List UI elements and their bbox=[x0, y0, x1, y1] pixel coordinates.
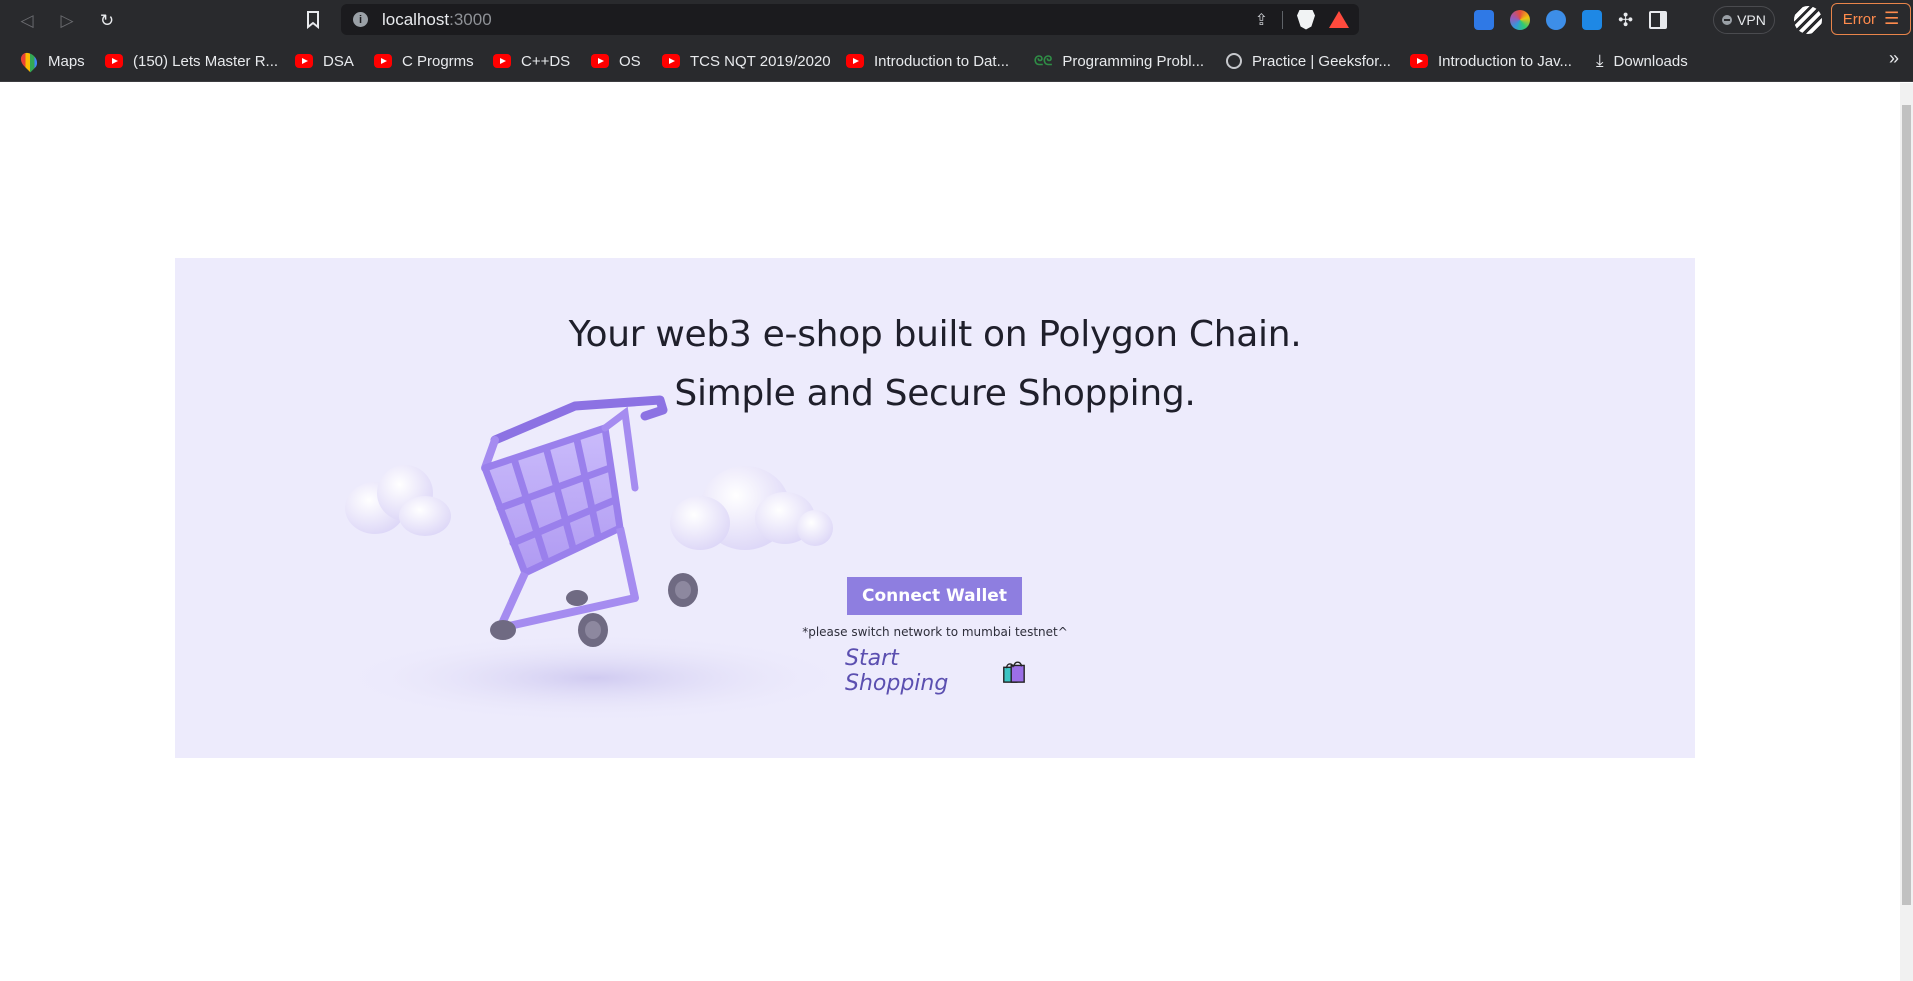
page-scrollbar[interactable] bbox=[1900, 83, 1913, 981]
globe-icon bbox=[1226, 53, 1242, 69]
bookmark-downloads[interactable]: ⤓ Downloads bbox=[1596, 51, 1688, 71]
share-icon[interactable]: ⇪ bbox=[1255, 10, 1268, 30]
bookmark-c-progrms[interactable]: C Progrms bbox=[374, 51, 474, 71]
shopping-cart-illustration bbox=[335, 395, 855, 723]
maps-icon bbox=[17, 49, 41, 73]
profile-avatar[interactable] bbox=[1794, 6, 1822, 34]
extensions-puzzle-icon[interactable]: ✣ bbox=[1618, 10, 1633, 31]
vpn-status-icon bbox=[1722, 15, 1733, 25]
youtube-icon bbox=[374, 54, 392, 68]
bookmark-cppds[interactable]: C++DS bbox=[493, 51, 570, 71]
bookmarks-bar: Maps (150) Lets Master R... DSA C Progrm… bbox=[0, 39, 1913, 82]
bookmark-label: Introduction to Dat... bbox=[874, 52, 1010, 70]
shopping-bags-icon bbox=[1003, 661, 1025, 683]
bookmark-os[interactable]: OS bbox=[591, 51, 641, 71]
sidebar-toggle-icon[interactable] bbox=[1649, 11, 1668, 29]
start-shopping-label: Start Shopping bbox=[845, 646, 949, 696]
more-bookmarks-chevron-icon[interactable]: » bbox=[1889, 48, 1899, 69]
bookmark-lets-master[interactable]: (150) Lets Master R... bbox=[105, 51, 278, 71]
url-port: :3000 bbox=[449, 9, 492, 29]
bookmark-programming-probl[interactable]: ᘓᘓ Programming Probl... bbox=[1034, 51, 1204, 71]
extension-icon-4[interactable] bbox=[1582, 10, 1602, 30]
bookmark-label: Downloads bbox=[1613, 52, 1688, 70]
bookmark-intro-dat[interactable]: Introduction to Dat... bbox=[846, 51, 1009, 71]
bookmark-label: OS bbox=[619, 52, 641, 70]
network-note: *please switch network to mumbai testnet… bbox=[802, 625, 1068, 639]
youtube-icon bbox=[1410, 54, 1428, 68]
cloud-right bbox=[670, 466, 833, 550]
start-shopping-link[interactable]: Start Shopping bbox=[845, 646, 1027, 696]
address-bar[interactable]: i localhost:3000 ⇪ bbox=[341, 4, 1359, 35]
youtube-icon bbox=[105, 54, 123, 68]
bookmark-intro-jav[interactable]: Introduction to Jav... bbox=[1410, 51, 1572, 71]
bookmark-label: DSA bbox=[323, 52, 354, 70]
divider bbox=[1282, 10, 1283, 29]
bookmark-page-button[interactable] bbox=[300, 7, 326, 33]
error-menu-button[interactable]: Error ☰ bbox=[1831, 3, 1911, 35]
bookmark-maps[interactable]: Maps bbox=[17, 49, 85, 73]
vpn-button[interactable]: VPN bbox=[1713, 6, 1775, 34]
vpn-label: VPN bbox=[1737, 12, 1766, 28]
extension-icon-2[interactable] bbox=[1510, 10, 1530, 30]
bookmark-icon bbox=[307, 11, 319, 29]
extensions-area: ✣ bbox=[1474, 7, 1668, 33]
site-info-icon[interactable]: i bbox=[353, 12, 368, 27]
hero-headline-line2: Simple and Secure Shopping. bbox=[674, 373, 1196, 414]
youtube-icon bbox=[662, 54, 680, 68]
youtube-icon bbox=[591, 54, 609, 68]
bookmark-label: TCS NQT 2019/2020 bbox=[690, 52, 831, 70]
youtube-icon bbox=[493, 54, 511, 68]
browser-toolbar: ◁ ▷ ↻ i localhost:3000 ⇪ ✣ VPN Error ☰ bbox=[0, 0, 1913, 39]
bookmark-label: C Progrms bbox=[402, 52, 474, 70]
scrollbar-thumb[interactable] bbox=[1902, 105, 1911, 905]
url-host: localhost bbox=[382, 9, 450, 29]
error-label: Error bbox=[1842, 10, 1877, 28]
bookmark-label: (150) Lets Master R... bbox=[133, 52, 279, 70]
bookmark-practice-geeks[interactable]: Practice | Geeksfor... bbox=[1226, 51, 1391, 71]
connect-wallet-button[interactable]: Connect Wallet bbox=[847, 577, 1022, 615]
forward-button[interactable]: ▷ bbox=[54, 7, 80, 33]
bookmark-label: Maps bbox=[48, 52, 85, 70]
bookmark-label: Introduction to Jav... bbox=[1438, 52, 1572, 70]
cloud-left bbox=[345, 465, 451, 536]
url-text[interactable]: localhost:3000 bbox=[382, 10, 492, 30]
bookmark-tcs-nqt[interactable]: TCS NQT 2019/2020 bbox=[662, 51, 831, 71]
youtube-icon bbox=[846, 54, 864, 68]
back-button[interactable]: ◁ bbox=[14, 7, 40, 33]
extension-icon-3[interactable] bbox=[1546, 10, 1566, 30]
reload-button[interactable]: ↻ bbox=[94, 7, 120, 33]
youtube-icon bbox=[295, 54, 313, 68]
bookmark-label: Practice | Geeksfor... bbox=[1252, 52, 1391, 70]
extension-icon-1[interactable] bbox=[1474, 10, 1494, 30]
hero-headline-line1: Your web3 e-shop built on Polygon Chain. bbox=[568, 314, 1302, 355]
bookmark-label: Programming Probl... bbox=[1062, 52, 1205, 70]
hero-section: Your web3 e-shop built on Polygon Chain.… bbox=[175, 258, 1695, 758]
download-icon: ⤓ bbox=[1596, 51, 1604, 70]
geeksforgeeks-icon: ᘓᘓ bbox=[1034, 53, 1053, 68]
brave-shields-icon[interactable] bbox=[1297, 9, 1315, 30]
bookmark-dsa[interactable]: DSA bbox=[295, 51, 354, 71]
brave-rewards-icon[interactable] bbox=[1329, 11, 1349, 28]
hamburger-menu-icon: ☰ bbox=[1884, 9, 1900, 28]
bookmark-label: C++DS bbox=[521, 52, 571, 70]
